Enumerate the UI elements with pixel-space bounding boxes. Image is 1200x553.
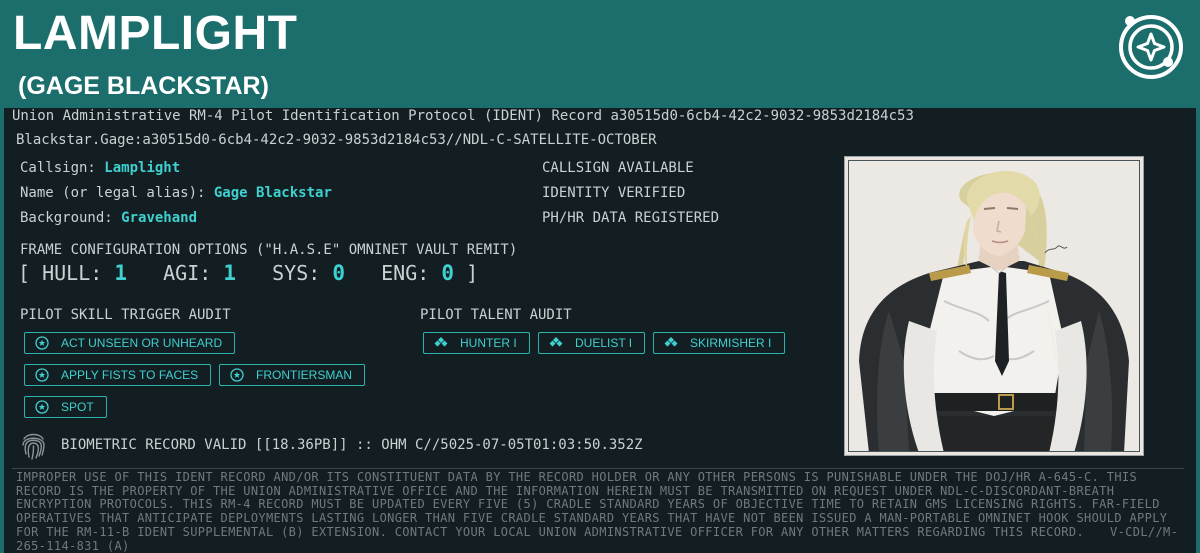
skill-chip-act-unseen[interactable]: ACT UNSEEN OR UNHEARD [24,332,235,354]
skill-label: SPOT [61,400,94,414]
diamond-cluster-icon [549,337,563,347]
background-field: Background: Gravehand [20,209,197,227]
biometric-record-line: BIOMETRIC RECORD VALID [[18.36PB]] :: OH… [61,437,643,453]
name-value: Gage Blackstar [213,185,332,201]
skill-label: APPLY FISTS TO FACES [61,368,199,382]
pilot-portrait [848,160,1140,452]
sys-value: 0 [332,261,346,285]
hase-open-bracket: [ [18,261,31,285]
eng-value: 0 [441,261,455,285]
fingerprint-icon [22,433,45,460]
talent-label: DUELIST I [575,336,633,350]
background-value: Gravehand [121,210,198,226]
legal-notice-text: IMPROPER USE OF THIS IDENT RECORD AND/OR… [16,470,1168,539]
talent-chip-skirmisher[interactable]: SKIRMISHER I [653,332,785,354]
pilot-portrait-frame [844,156,1144,456]
name-label: Name (or legal alias): [20,185,206,201]
identity-status: IDENTITY VERIFIED [542,185,686,201]
agi-value: 1 [223,261,237,285]
name-field: Name (or legal alias): Gage Blackstar [20,184,332,202]
callsign-status: CALLSIGN AVAILABLE [542,160,694,176]
ident-record-line: Union Administrative RM-4 Pilot Identifi… [12,108,914,124]
star-circle-icon [35,368,49,382]
sys-label: SYS: [272,261,321,285]
skill-trigger-heading: PILOT SKILL TRIGGER AUDIT [20,307,231,323]
pilot-portrait-illustration [849,161,1139,451]
talent-label: SKIRMISHER I [690,336,772,350]
skill-chip-apply-fists[interactable]: APPLY FISTS TO FACES [24,364,211,386]
talent-label: HUNTER I [460,336,517,350]
diamond-cluster-icon [434,337,448,347]
eng-label: ENG: [381,261,430,285]
frame-config-heading: FRAME CONFIGURATION OPTIONS ("H.A.S.E" O… [20,242,518,258]
pilot-name-subtitle: (GAGE BLACKSTAR) [18,72,269,100]
agi-label: AGI: [163,261,212,285]
hase-close-bracket: ] [466,261,479,285]
legal-notice: IMPROPER USE OF THIS IDENT RECORD AND/OR… [16,470,1186,553]
phhr-status: PH/HR DATA REGISTERED [542,210,720,226]
callsign-field: Callsign: Lamplight [20,159,180,177]
talent-chip-duelist[interactable]: DUELIST I [538,332,645,354]
skill-label: FRONTIERSMAN [256,368,352,382]
hull-label: HULL: [42,261,103,285]
skill-chip-frontiersman[interactable]: FRONTIERSMAN [219,364,365,386]
callsign-label: Callsign: [20,160,96,176]
skill-label: ACT UNSEEN OR UNHEARD [61,336,223,350]
talent-heading: PILOT TALENT AUDIT [420,307,572,323]
diamond-cluster-icon [664,337,678,347]
legal-divider [12,468,1184,469]
star-circle-icon [35,336,49,350]
skill-chip-spot[interactable]: SPOT [24,396,107,418]
callsign-value: Lamplight [104,160,181,176]
star-circle-icon [230,368,244,382]
record-path-line: Blackstar.Gage:a30515d0-6cb4-42c2-9032-9… [16,132,657,148]
header-banner: LAMPLIGHT (GAGE BLACKSTAR) [0,0,1200,108]
talent-chip-hunter[interactable]: HUNTER I [423,332,530,354]
background-label: Background: [20,210,113,226]
hase-stats: [ HULL: 1 AGI: 1 SYS: 0 ENG: 0 ] [18,261,478,285]
pilot-callsign-title: LAMPLIGHT [13,7,298,60]
hull-value: 1 [114,261,128,285]
star-circle-icon [35,400,49,414]
compass-star-icon [1119,15,1183,79]
